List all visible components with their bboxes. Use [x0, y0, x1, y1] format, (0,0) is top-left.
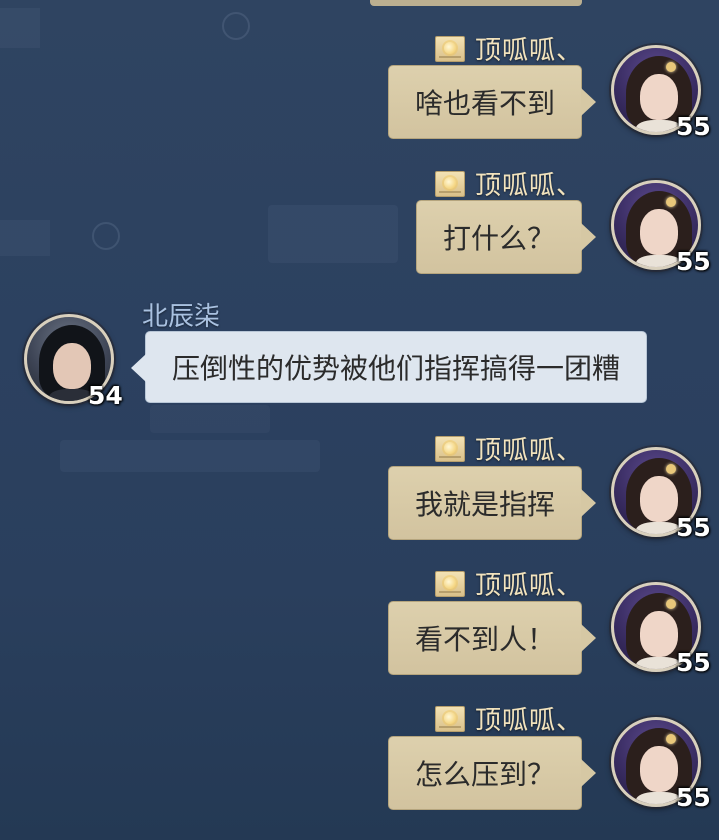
sender-name: 顶呱呱、: [474, 436, 583, 466]
player-level: 55: [676, 783, 711, 812]
background-ui-text: [0, 8, 40, 48]
chat-bubble-mine[interactable]: 啥也看不到: [387, 65, 597, 139]
sender-name: 顶呱呱、: [474, 171, 583, 201]
sun-badge-icon: [434, 170, 465, 197]
sender-name-row: 顶呱呱、: [434, 700, 583, 737]
chat-bubble-mine[interactable]: 我就是指挥: [387, 466, 597, 540]
background-ui-text: [268, 205, 398, 263]
player-level: 55: [676, 648, 711, 677]
sender-name-row: 顶呱呱、: [434, 565, 583, 602]
sender-name-row: 顶呱呱、: [434, 165, 583, 202]
chat-bubble-mine[interactable]: 打什么？: [415, 200, 597, 274]
sender-name: 顶呱呱、: [474, 571, 583, 601]
player-level: 55: [676, 112, 711, 141]
sun-badge-icon: [434, 435, 465, 462]
previous-bubble-edge: [370, 0, 582, 6]
other-sender-name: 北辰柒: [142, 302, 221, 332]
sender-name: 顶呱呱、: [474, 36, 583, 66]
chat-bubble-other[interactable]: 压倒性的优势被他们指挥搞得一团糟: [130, 331, 648, 403]
background-ui-text: [150, 405, 270, 433]
sender-name-row: 顶呱呱、: [434, 30, 583, 67]
background-ui-text: [0, 220, 50, 256]
chat-bubble-mine[interactable]: 看不到人！: [387, 601, 597, 675]
player-level: 55: [676, 247, 711, 276]
background-ui-text: [60, 440, 320, 472]
chat-panel: 顶呱呱、 啥也看不到 55 顶呱呱、 打什么？ 55 北辰柒 压倒性的优势被他们…: [0, 0, 719, 840]
other-level: 54: [88, 381, 123, 410]
sun-badge-icon: [434, 570, 465, 597]
player-level: 55: [676, 513, 711, 542]
power-up-icon: [222, 12, 250, 40]
sun-badge-icon: [434, 705, 465, 732]
sender-name-row: 顶呱呱、: [434, 430, 583, 467]
chat-bubble-mine[interactable]: 怎么压到？: [387, 736, 597, 810]
sender-name: 顶呱呱、: [474, 706, 583, 736]
elite-icon: [92, 222, 120, 250]
sun-badge-icon: [434, 35, 465, 62]
